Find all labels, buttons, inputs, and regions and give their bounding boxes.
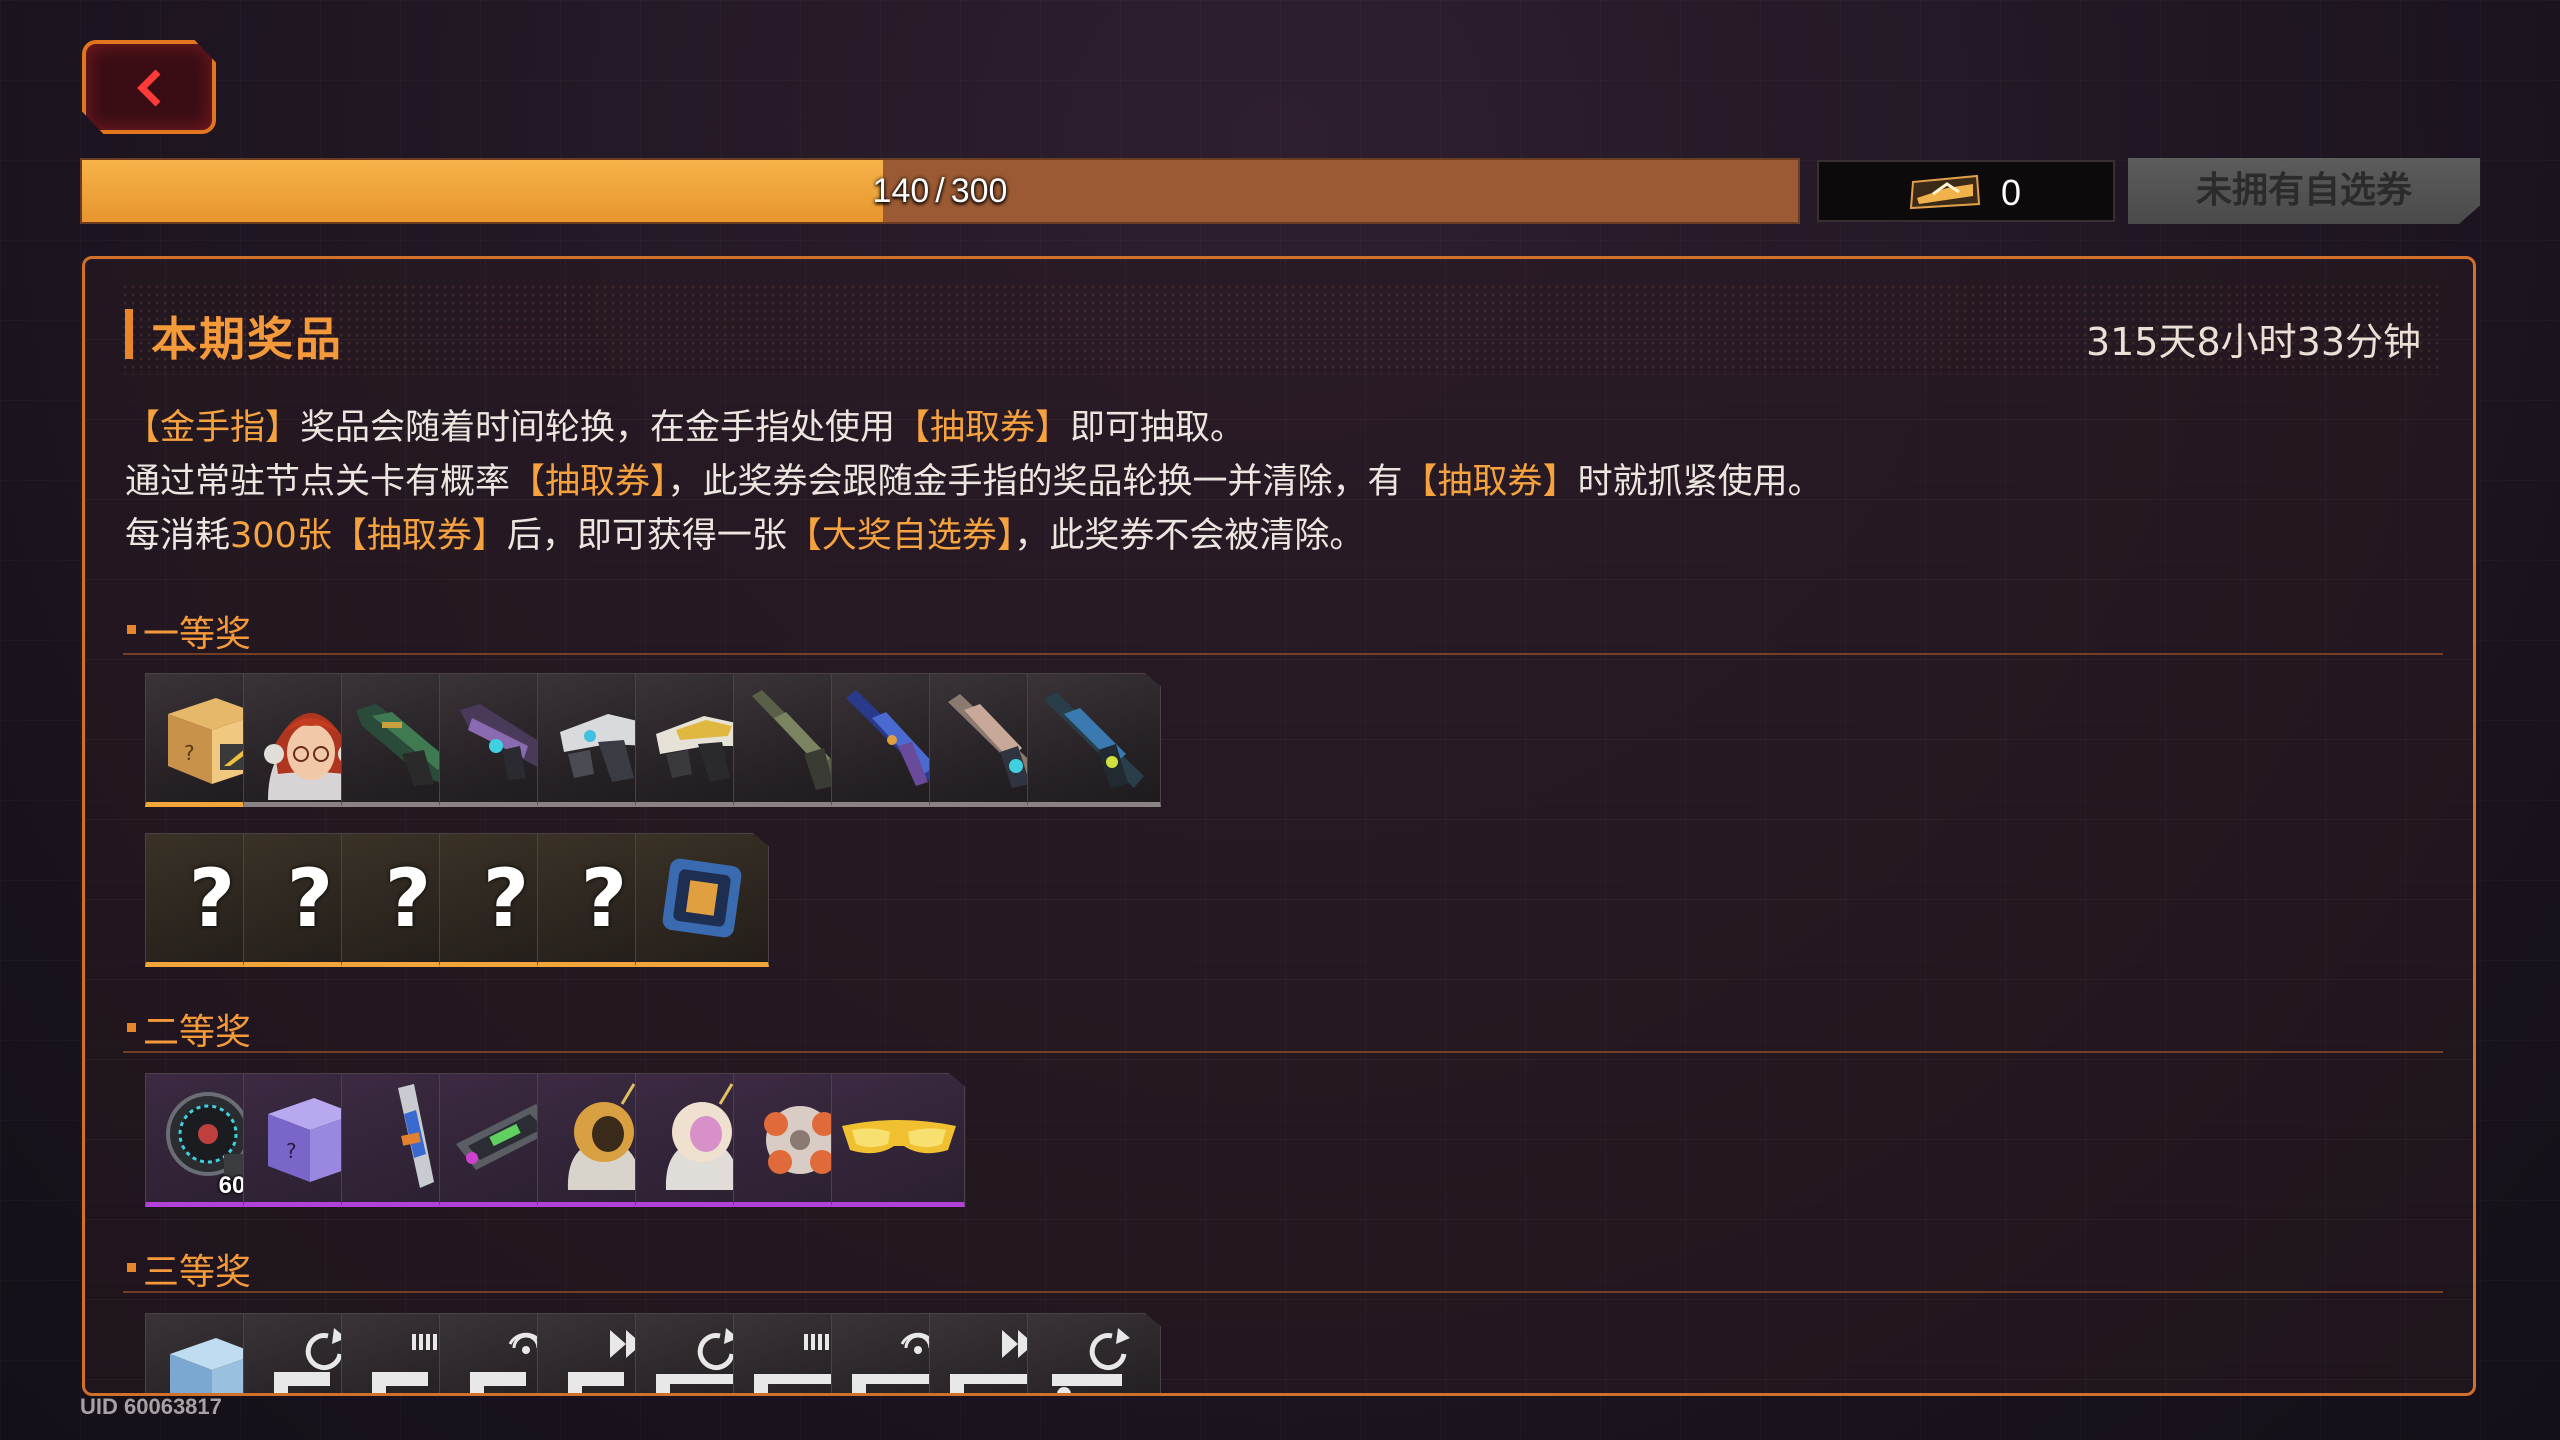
ticket-progress-bar: 140/300 (80, 158, 1800, 224)
ticket-count: 0 (2001, 172, 2022, 213)
desc-hl: 【抽取券】 (510, 462, 668, 502)
desc-text: 通过常驻节点关卡有概率 (125, 462, 511, 502)
desc-line-1: 【金手指】奖品会随着时间轮换，在金手指处使用【抽取券】即可抽取。 (125, 401, 1823, 455)
prize-chip[interactable] (635, 833, 769, 967)
progress-total: 300 (950, 172, 1008, 210)
tier-bullet (127, 625, 136, 634)
chip-icon (662, 858, 742, 938)
progress-separator: / (935, 172, 945, 210)
ticket-icon (1909, 174, 1981, 210)
countdown-timer: 315天8小时33分钟 (2085, 320, 2421, 364)
progress-current: 140 (872, 172, 930, 210)
tier-3-header: 三等奖 (123, 1243, 2443, 1293)
tier-bullet (127, 1263, 136, 1272)
tier-2-header: 二等奖 (123, 1003, 2443, 1053)
weapon-icon (1044, 692, 1144, 788)
description: 【金手指】奖品会随着时间轮换，在金手指处使用【抽取券】即可抽取。 通过常驻节点关… (125, 401, 1823, 563)
tier-1-label: 一等奖 (143, 614, 252, 655)
desc-hl: 【金手指】 (125, 408, 301, 448)
user-id: UID 60063817 (80, 1394, 222, 1419)
tier-bullet (127, 1023, 136, 1032)
desc-hl: 【抽取券】 (895, 408, 1071, 448)
desc-text: 即可抽取。 (1070, 408, 1246, 448)
desc-line-3: 每消耗300张【抽取券】后，即可获得一张【大奖自选券】，此奖券不会被清除。 (125, 509, 1823, 563)
tier-2-label: 二等奖 (143, 1012, 252, 1053)
prize-goggles[interactable] (831, 1073, 965, 1207)
svg-text:?: ? (286, 1139, 297, 1163)
desc-text: 奖品会随着时间轮换，在金手指处使用 (300, 408, 896, 448)
desc-text: ，此奖券不会被清除。 (1014, 516, 1365, 556)
panel-title: 本期奖品 (151, 312, 343, 366)
desc-text: 时就抓紧使用。 (1577, 462, 1823, 502)
svg-text:?: ? (184, 741, 195, 765)
desc-hl: 【抽取券】 (331, 516, 507, 556)
desc-hl: 【大奖自选券】 (786, 516, 1015, 556)
title-accent-bar (125, 309, 133, 359)
desc-text: ，此奖券会跟随金手指的奖品轮换一并清除，有 (667, 462, 1403, 502)
ticket-counter: 0 (1817, 160, 2115, 222)
tier-3-label: 三等奖 (143, 1252, 252, 1293)
desc-hl: 【抽取券】 (1402, 462, 1578, 502)
tier-1-header: 一等奖 (123, 605, 2443, 655)
desc-text: 每消耗 (125, 516, 231, 556)
progress-label: 140/300 (82, 172, 1798, 211)
reload-mod-icon (1052, 1328, 1130, 1393)
goggles-icon (842, 1120, 956, 1154)
prize-weapon-8[interactable] (1027, 673, 1161, 807)
desc-text: 后，即可获得一张 (506, 516, 787, 556)
chevron-left-icon (137, 69, 161, 107)
desc-line-2: 通过常驻节点关卡有概率【抽取券】，此奖券会跟随金手指的奖品轮换一并清除，有【抽取… (125, 455, 1823, 509)
desc-hl: 300张 (230, 516, 332, 556)
prize-mod-reload-3[interactable] (1027, 1313, 1161, 1393)
prize-panel: 本期奖品 315天8小时33分钟 【金手指】奖品会随着时间轮换，在金手指处使用【… (82, 256, 2476, 1396)
back-button[interactable] (82, 40, 216, 134)
optional-voucher-button[interactable]: 未拥有自选券 (2128, 158, 2480, 224)
